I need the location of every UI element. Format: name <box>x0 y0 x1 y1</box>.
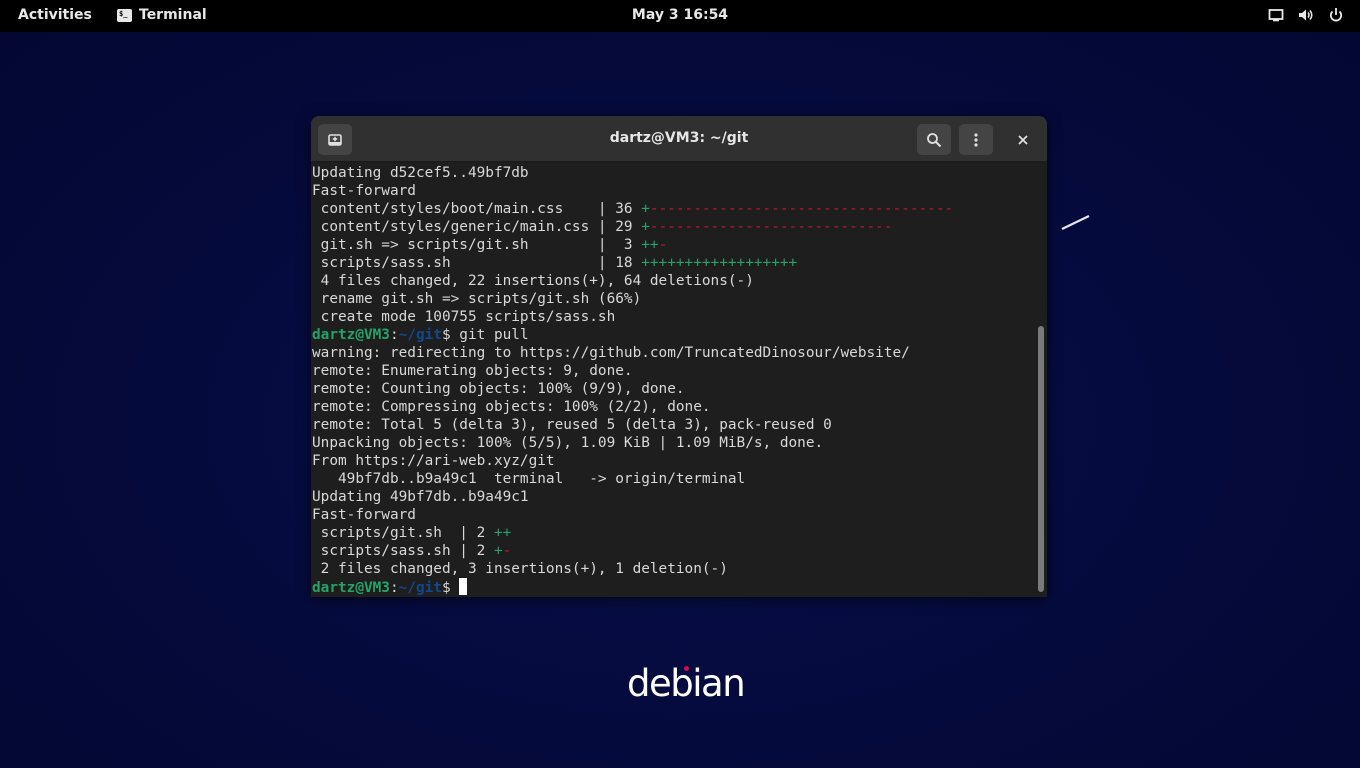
terminal-app-icon: $_ <box>117 8 132 22</box>
pointer-stroke-mark <box>1061 215 1090 230</box>
scrollbar[interactable] <box>1035 162 1047 597</box>
terminal-line: content/styles/generic/main.css | 29 +--… <box>312 218 1035 236</box>
terminal-line: remote: Enumerating objects: 9, done. <box>312 362 1035 380</box>
top-bar: Activities $_ Terminal May 3 16:54 <box>0 0 1360 32</box>
line-text: 4 files changed, 22 insertions(+), 64 de… <box>312 273 754 289</box>
diff-plus-marks: ++++++++++++++++++ <box>641 255 798 271</box>
diff-minus-marks: ---------------------------- <box>649 219 893 235</box>
terminal-line: 4 files changed, 22 insertions(+), 64 de… <box>312 272 1035 290</box>
line-text: remote: Compressing objects: 100% (2/2),… <box>312 399 711 415</box>
line-text: Fast-forward <box>312 183 416 199</box>
scrollbar-thumb[interactable] <box>1038 326 1044 592</box>
diff-plus-marks: + <box>641 201 650 217</box>
line-text: content/styles/boot/main.css | 36 <box>312 201 642 217</box>
line-text: 2 files changed, 3 insertions(+), 1 dele… <box>312 561 728 577</box>
diff-minus-marks: ----------------------------------- <box>649 201 954 217</box>
line-text: Updating 49bf7db..b9a49c1 <box>312 489 529 505</box>
line-text: create mode 100755 scripts/sass.sh <box>312 309 616 325</box>
terminal-line: 49bf7db..b9a49c1 terminal -> origin/term… <box>312 470 1035 488</box>
line-text: $ git pull <box>441 327 529 343</box>
terminal-line: dartz@VM3:~/git$ <box>312 578 1035 596</box>
prompt-path: ~/git <box>398 327 442 343</box>
line-text: remote: Total 5 (delta 3), reused 5 (del… <box>312 417 832 433</box>
terminal-line: git.sh => scripts/git.sh | 3 ++- <box>312 236 1035 254</box>
line-text: remote: Enumerating objects: 9, done. <box>312 363 633 379</box>
terminal-line: remote: Total 5 (delta 3), reused 5 (del… <box>312 416 1035 434</box>
line-text: remote: Counting objects: 100% (9/9), do… <box>312 381 685 397</box>
activities-button[interactable]: Activities <box>18 7 92 23</box>
prompt-user: dartz@VM3 <box>312 580 390 596</box>
terminal-output[interactable]: Updating d52cef5..49bf7db Fast-forward co… <box>311 162 1035 597</box>
line-text: Updating d52cef5..49bf7db <box>312 165 529 181</box>
line-text: From https://ari-web.xyz/git <box>312 453 555 469</box>
terminal-line: rename git.sh => scripts/git.sh (66%) <box>312 290 1035 308</box>
prompt-path: ~/git <box>398 580 442 596</box>
terminal-line: content/styles/boot/main.css | 36 +-----… <box>312 200 1035 218</box>
terminal-line: 2 files changed, 3 insertions(+), 1 dele… <box>312 560 1035 578</box>
search-icon <box>927 132 942 147</box>
new-tab-button[interactable] <box>318 124 352 155</box>
system-tray[interactable] <box>1268 7 1344 23</box>
line-text: scripts/git.sh | 2 <box>312 525 494 541</box>
terminal-line: Updating 49bf7db..b9a49c1 <box>312 488 1035 506</box>
diff-plus-marks: + <box>493 543 503 559</box>
app-menu-button[interactable]: $_ Terminal <box>117 7 207 23</box>
terminal-line: Unpacking objects: 100% (5/5), 1.09 KiB … <box>312 434 1035 452</box>
terminal-line: remote: Counting objects: 100% (9/9), do… <box>312 380 1035 398</box>
diff-minus-marks: - <box>502 543 512 559</box>
diff-plus-marks: ++ <box>493 525 512 541</box>
diff-plus-marks: ++ <box>641 237 659 253</box>
screen-icon[interactable] <box>1268 7 1284 23</box>
terminal-line: scripts/sass.sh | 18 ++++++++++++++++++ <box>312 254 1035 272</box>
line-text: Fast-forward <box>312 507 416 523</box>
prompt-user: dartz@VM3 <box>312 327 390 343</box>
desktop: Activities $_ Terminal May 3 16:54 dartz… <box>0 0 1360 768</box>
line-text: content/styles/generic/main.css | 29 <box>312 219 642 235</box>
terminal-line: dartz@VM3:~/git$ git pull <box>312 326 1035 344</box>
diff-plus-marks: + <box>641 219 650 235</box>
line-text: scripts/sass.sh | 2 <box>312 543 494 559</box>
terminal-line: From https://ari-web.xyz/git <box>312 452 1035 470</box>
new-tab-icon <box>328 133 342 146</box>
prompt-separator: : <box>389 327 399 343</box>
line-text: 49bf7db..b9a49c1 terminal -> origin/term… <box>312 471 746 487</box>
terminal-line: scripts/git.sh | 2 ++ <box>312 524 1035 542</box>
line-text: rename git.sh => scripts/git.sh (66%) <box>312 291 642 307</box>
line-text: Unpacking objects: 100% (5/5), 1.09 KiB … <box>312 435 824 451</box>
debian-logo-accent-dot <box>684 666 689 671</box>
terminal-line: Fast-forward <box>312 506 1035 524</box>
terminal-line: scripts/sass.sh | 2 +- <box>312 542 1035 560</box>
app-menu-label: Terminal <box>139 7 207 23</box>
close-button[interactable] <box>1009 124 1037 155</box>
power-icon[interactable] <box>1328 7 1344 23</box>
clock-button[interactable]: May 3 16:54 <box>632 7 728 23</box>
line-text: $ <box>441 580 460 596</box>
line-text: git.sh => scripts/git.sh | 3 <box>312 237 642 253</box>
terminal-line: Updating d52cef5..49bf7db <box>312 164 1035 182</box>
volume-icon[interactable] <box>1298 7 1314 23</box>
search-button[interactable] <box>917 124 951 155</box>
window-headerbar[interactable]: dartz@VM3: ~/git <box>311 116 1047 162</box>
menu-button[interactable] <box>959 124 993 155</box>
close-icon <box>1018 134 1028 145</box>
terminal-line: create mode 100755 scripts/sass.sh <box>312 308 1035 326</box>
terminal-window[interactable]: dartz@VM3: ~/git Updating d52cef5..49bf7… <box>311 116 1047 597</box>
terminal-line: warning: redirecting to https://github.c… <box>312 344 1035 362</box>
line-text: warning: redirecting to https://github.c… <box>312 345 910 361</box>
text-cursor <box>459 578 468 595</box>
line-text: scripts/sass.sh | 18 <box>312 255 642 271</box>
diff-minus-marks: - <box>658 237 668 253</box>
terminal-line: Fast-forward <box>312 182 1035 200</box>
kebab-menu-icon <box>974 132 978 147</box>
terminal-line: remote: Compressing objects: 100% (2/2),… <box>312 398 1035 416</box>
prompt-separator: : <box>389 580 399 596</box>
